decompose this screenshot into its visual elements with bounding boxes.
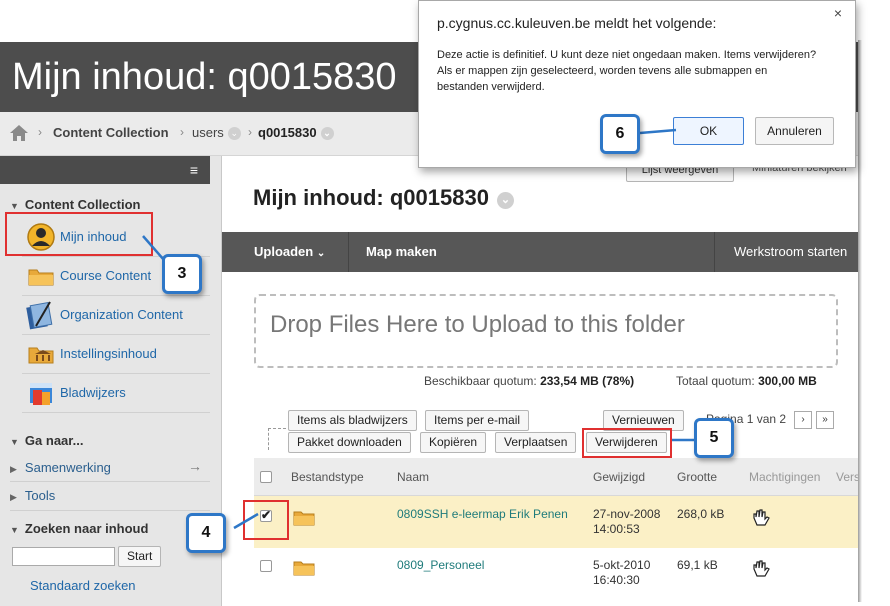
cancel-button[interactable]: Annuleren bbox=[755, 117, 834, 145]
last-page-icon[interactable]: » bbox=[816, 411, 834, 429]
sidebar-item-instellingsinhoud[interactable]: Instellingsinhoud bbox=[60, 346, 157, 361]
folder-icon bbox=[293, 511, 315, 526]
chevron-right-icon: › bbox=[180, 125, 184, 139]
available-quota: Beschikbaar quotum: 233,54 MB (78%) bbox=[424, 374, 635, 388]
callout-3: 3 bbox=[162, 254, 202, 294]
dialog-title: p.cygnus.cc.kuleuven.be meldt het volgen… bbox=[437, 15, 717, 31]
bookmarks-icon bbox=[30, 383, 52, 405]
divider bbox=[714, 232, 715, 272]
copy-button[interactable]: Kopiëren bbox=[420, 432, 487, 453]
search-start-button[interactable]: Start bbox=[118, 546, 162, 567]
permissions-hand-icon[interactable] bbox=[750, 559, 772, 579]
triangle-down-icon: ▼ bbox=[10, 437, 19, 447]
row-date: 5-okt-2010 bbox=[593, 558, 651, 572]
row-time: 14:00:53 bbox=[593, 522, 640, 536]
chevron-right-icon: › bbox=[248, 125, 252, 139]
divider bbox=[10, 481, 210, 482]
divider bbox=[10, 510, 210, 511]
standard-search-link[interactable]: Standaard zoeken bbox=[30, 578, 136, 593]
arrow-right-icon[interactable]: → bbox=[188, 458, 202, 474]
sidebar-header bbox=[0, 156, 210, 184]
chevron-right-icon: › bbox=[38, 125, 42, 139]
column-header-permissions[interactable]: Machtigingen bbox=[749, 470, 820, 484]
highlight-checkbox bbox=[243, 500, 289, 540]
ok-button[interactable]: OK bbox=[673, 117, 744, 145]
row-date: 27-nov-2008 bbox=[593, 507, 661, 521]
chevron-down-icon[interactable]: ⌄ bbox=[320, 127, 334, 140]
folder-icon bbox=[293, 561, 315, 576]
notebook-icon bbox=[26, 301, 53, 330]
row-checkbox[interactable] bbox=[260, 560, 272, 572]
row-size: 268,0 kB bbox=[677, 507, 725, 521]
upload-button[interactable]: Uploaden ⌄ bbox=[242, 232, 337, 272]
bookmark-items-button[interactable]: Items als bladwijzers bbox=[288, 410, 417, 431]
upload-dropzone[interactable]: Drop Files Here to Upload to this folder bbox=[254, 294, 838, 368]
banner-title: Mijn inhoud: q0015830 bbox=[12, 56, 397, 98]
callout-6: 6 bbox=[600, 114, 640, 154]
page-margin bbox=[860, 40, 890, 606]
make-folder-button[interactable]: Map maken bbox=[354, 232, 449, 272]
sidebar-section-goto[interactable]: ▼ Ga naar... bbox=[10, 433, 83, 448]
sidebar-item-organization-content[interactable]: Organization Content bbox=[60, 307, 183, 322]
table-row: ✔ 0809SSH e-leermap Erik Penen 27-nov-20… bbox=[254, 496, 860, 548]
highlight-mijn-inhoud bbox=[5, 212, 153, 256]
select-all-checkbox[interactable] bbox=[260, 471, 272, 483]
action-toolbar: Uploaden ⌄ Map maken Werkstroom starten bbox=[222, 232, 860, 272]
triangle-right-icon: ▶ bbox=[10, 464, 17, 474]
sidebar-section-content-collection[interactable]: ▼ Content Collection bbox=[10, 197, 140, 212]
breadcrumb-item-users[interactable]: users ⌄ bbox=[192, 125, 241, 140]
breadcrumb-item-content-collection[interactable]: Content Collection bbox=[53, 125, 169, 140]
chevron-down-icon[interactable]: ⌄ bbox=[496, 192, 514, 209]
next-page-icon[interactable]: › bbox=[794, 411, 812, 429]
menu-toggle-icon[interactable]: ≡ bbox=[183, 160, 205, 180]
column-header-type[interactable]: Bestandstype bbox=[291, 470, 364, 484]
chevron-down-icon[interactable]: ⌄ bbox=[227, 127, 241, 140]
start-workflow-button[interactable]: Werkstroom starten bbox=[722, 232, 859, 272]
breadcrumb-item-current[interactable]: q0015830 ⌄ bbox=[258, 125, 334, 140]
divider bbox=[22, 295, 210, 296]
column-header-size[interactable]: Grootte bbox=[677, 470, 717, 484]
triangle-down-icon: ▼ bbox=[10, 525, 19, 535]
row-time: 16:40:30 bbox=[593, 573, 640, 587]
sidebar-item-samenwerking[interactable]: ▶ Samenwerking bbox=[10, 460, 111, 475]
close-icon[interactable]: × bbox=[829, 5, 847, 21]
highlight-delete bbox=[582, 428, 672, 458]
permissions-hand-icon[interactable] bbox=[750, 508, 772, 528]
download-package-button[interactable]: Pakket downloaden bbox=[288, 432, 411, 453]
divider bbox=[22, 412, 210, 413]
divider bbox=[22, 373, 210, 374]
column-header-modified[interactable]: Gewijzigd bbox=[593, 470, 645, 484]
callout-4: 4 bbox=[186, 513, 226, 553]
chevron-down-icon: ⌄ bbox=[316, 248, 326, 259]
sidebar-section-search[interactable]: ▼ Zoeken naar inhoud bbox=[10, 521, 148, 536]
selection-bracket bbox=[268, 428, 286, 429]
page-shadow bbox=[858, 40, 862, 602]
page-banner: Mijn inhoud: q0015830 bbox=[0, 42, 420, 112]
sidebar-item-tools[interactable]: ▶ Tools bbox=[10, 488, 55, 503]
divider bbox=[22, 334, 210, 335]
total-quota: Totaal quotum: 300,00 MB bbox=[676, 374, 817, 388]
home-icon[interactable] bbox=[8, 123, 30, 143]
column-header-name[interactable]: Naam bbox=[397, 470, 429, 484]
email-items-button[interactable]: Items per e-mail bbox=[425, 410, 530, 431]
row-name-link[interactable]: 0809SSH e-leermap Erik Penen bbox=[397, 507, 568, 521]
dropzone-label: Drop Files Here to Upload to this folder bbox=[270, 311, 685, 338]
table-row: 0809_Personeel 5-okt-2010 16:40:30 69,1 … bbox=[254, 548, 860, 600]
institution-folder-icon bbox=[28, 347, 54, 364]
dialog-message: Deze actie is definitief. U kunt deze ni… bbox=[437, 49, 817, 93]
triangle-right-icon: ▶ bbox=[10, 492, 17, 502]
sidebar-item-bladwijzers[interactable]: Bladwijzers bbox=[60, 385, 126, 400]
row-size: 69,1 kB bbox=[677, 558, 718, 572]
callout-5: 5 bbox=[694, 418, 734, 458]
row-name-link[interactable]: 0809_Personeel bbox=[397, 558, 484, 572]
divider bbox=[348, 232, 349, 272]
triangle-down-icon: ▼ bbox=[10, 201, 19, 211]
folder-icon bbox=[28, 269, 54, 286]
selection-bracket bbox=[268, 428, 269, 450]
page-title: Mijn inhoud: q0015830 ⌄ bbox=[253, 185, 514, 211]
move-button[interactable]: Verplaatsen bbox=[495, 432, 577, 453]
table-header: Bestandstype Naam Gewijzigd Grootte Mach… bbox=[254, 458, 875, 496]
sidebar-item-course-content[interactable]: Course Content bbox=[60, 268, 151, 283]
search-input[interactable] bbox=[12, 547, 115, 566]
